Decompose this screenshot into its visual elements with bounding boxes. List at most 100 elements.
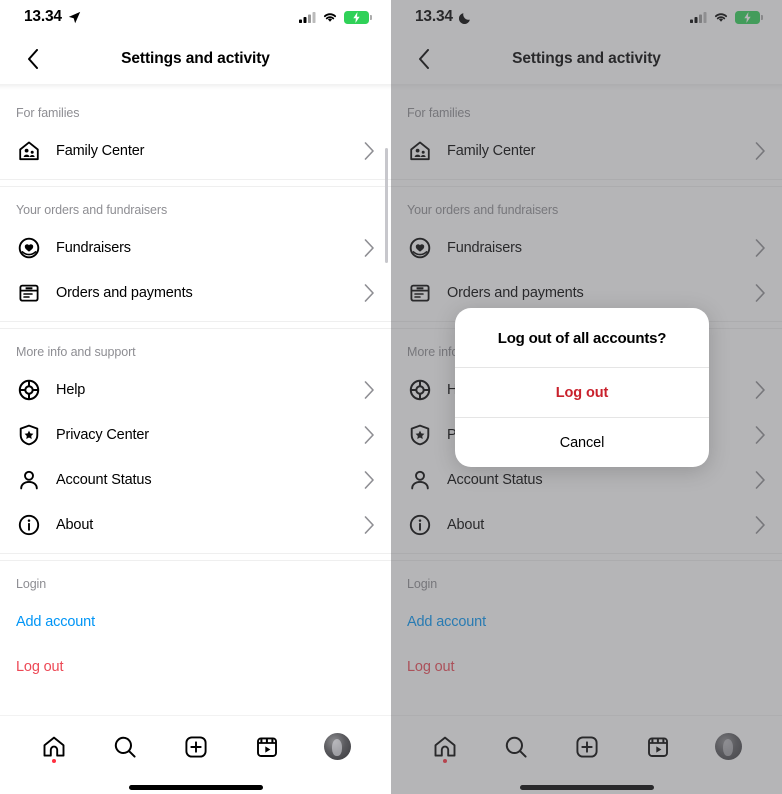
chevron-right-icon bbox=[755, 425, 765, 444]
shield-star-icon bbox=[407, 422, 433, 448]
chevron-right-icon bbox=[364, 238, 374, 257]
section-divider bbox=[0, 553, 391, 561]
tab-search[interactable] bbox=[103, 725, 147, 769]
list-item-label: Fundraisers bbox=[447, 239, 522, 256]
plus-square-icon bbox=[575, 735, 598, 758]
tab-home[interactable] bbox=[423, 725, 467, 769]
chevron-right-icon bbox=[755, 380, 765, 399]
profile-avatar-icon bbox=[715, 733, 742, 760]
info-circle-icon bbox=[407, 512, 433, 538]
list-item-label: Account Status bbox=[56, 471, 152, 488]
chevron-right-icon bbox=[364, 515, 374, 534]
profile-avatar-icon bbox=[324, 733, 351, 760]
log-out-button[interactable]: Log out bbox=[391, 644, 782, 689]
nav-bar-left: Settings and activity bbox=[0, 34, 391, 84]
log-out-button[interactable]: Log out bbox=[0, 644, 391, 689]
back-button[interactable] bbox=[407, 42, 441, 76]
list-item-label: Family Center bbox=[447, 142, 536, 159]
logout-confirmation-dialog: Log out of all accounts? Log out Cancel bbox=[455, 308, 709, 467]
list-item-label: About bbox=[56, 516, 94, 533]
chevron-right-icon bbox=[364, 283, 374, 302]
orders-box-icon bbox=[407, 280, 433, 306]
tab-profile[interactable] bbox=[707, 725, 751, 769]
settings-list-left[interactable]: For families Family Center Your orders a… bbox=[0, 90, 391, 715]
dialog-confirm-logout-button[interactable]: Log out bbox=[455, 367, 709, 417]
tab-create[interactable] bbox=[565, 725, 609, 769]
status-time: 13.34 bbox=[415, 8, 453, 25]
tab-create[interactable] bbox=[174, 725, 218, 769]
phone-screen-left: 13.34 Settings and activity For families… bbox=[0, 0, 391, 794]
list-item-label: Account Status bbox=[447, 471, 543, 488]
nav-shadow bbox=[391, 84, 782, 90]
search-icon bbox=[505, 736, 527, 758]
section-header-login: Login bbox=[407, 577, 438, 591]
crescent-moon-icon bbox=[458, 12, 470, 24]
location-arrow-icon bbox=[68, 11, 80, 23]
reels-icon bbox=[256, 736, 277, 757]
wifi-icon bbox=[714, 13, 728, 22]
nav-bar-right: Settings and activity bbox=[391, 34, 782, 84]
status-bar-left-group: 13.34 bbox=[415, 8, 472, 26]
reels-icon bbox=[647, 736, 668, 757]
section-header-for-families: For families bbox=[407, 106, 471, 120]
chevron-right-icon bbox=[755, 238, 765, 257]
home-icon bbox=[43, 736, 64, 757]
back-button[interactable] bbox=[16, 42, 50, 76]
life-preserver-icon bbox=[16, 377, 42, 403]
list-item-account-status[interactable]: Account Status bbox=[0, 457, 391, 502]
scrollbar-thumb[interactable] bbox=[385, 148, 388, 263]
tab-reels[interactable] bbox=[245, 725, 289, 769]
list-item-privacy-center[interactable]: Privacy Center bbox=[0, 412, 391, 457]
list-item-about[interactable]: About bbox=[391, 502, 782, 547]
list-item-fundraisers[interactable]: Fundraisers bbox=[0, 225, 391, 270]
status-bar-right-group bbox=[690, 10, 763, 24]
status-bar-left-group: 13.34 bbox=[24, 8, 81, 26]
family-house-icon bbox=[407, 138, 433, 164]
list-item-label: Orders and payments bbox=[56, 284, 193, 301]
list-item-family-center[interactable]: Family Center bbox=[0, 128, 391, 173]
add-account-button[interactable]: Add account bbox=[0, 599, 391, 644]
home-indicator[interactable] bbox=[519, 785, 654, 790]
tab-search[interactable] bbox=[494, 725, 538, 769]
section-divider bbox=[0, 179, 391, 187]
list-item-orders-and-payments[interactable]: Orders and payments bbox=[0, 270, 391, 315]
list-item-family-center[interactable]: Family Center bbox=[391, 128, 782, 173]
list-item-fundraisers[interactable]: Fundraisers bbox=[391, 225, 782, 270]
list-item-help[interactable]: Help bbox=[0, 367, 391, 412]
section-header-orders-fundraisers: Your orders and fundraisers bbox=[407, 203, 559, 217]
person-icon bbox=[407, 467, 433, 493]
section-divider bbox=[391, 553, 782, 561]
phone-screen-right: 13.34 Settings and activity For families… bbox=[391, 0, 782, 794]
status-bar-right-group bbox=[299, 10, 372, 24]
heart-circle-icon bbox=[16, 235, 42, 261]
section-header-for-families: For families bbox=[16, 106, 80, 120]
orders-box-icon bbox=[16, 280, 42, 306]
status-bar-left: 13.34 bbox=[0, 0, 391, 34]
family-house-icon bbox=[16, 138, 42, 164]
tab-bar-right bbox=[391, 715, 782, 777]
chevron-left-icon bbox=[28, 49, 38, 69]
dialog-cancel-button[interactable]: Cancel bbox=[455, 417, 709, 467]
chevron-right-icon bbox=[364, 380, 374, 399]
add-account-button[interactable]: Add account bbox=[391, 599, 782, 644]
life-preserver-icon bbox=[407, 377, 433, 403]
list-item-about[interactable]: About bbox=[0, 502, 391, 547]
home-indicator-area-right bbox=[391, 777, 782, 794]
chevron-right-icon bbox=[755, 470, 765, 489]
battery-charging-icon bbox=[344, 10, 372, 24]
screenshot-stage: 13.34 Settings and activity For families… bbox=[0, 0, 782, 794]
dialog-title-area: Log out of all accounts? bbox=[455, 308, 709, 367]
home-indicator[interactable] bbox=[128, 785, 263, 790]
status-time: 13.34 bbox=[24, 8, 62, 25]
section-header-orders-fundraisers: Your orders and fundraisers bbox=[16, 203, 168, 217]
cellular-signal-icon bbox=[299, 11, 316, 23]
chevron-right-icon bbox=[755, 283, 765, 302]
tab-profile[interactable] bbox=[316, 725, 360, 769]
section-divider bbox=[391, 179, 782, 187]
tab-reels[interactable] bbox=[636, 725, 680, 769]
shield-star-icon bbox=[16, 422, 42, 448]
list-item-label: Fundraisers bbox=[56, 239, 131, 256]
tab-home[interactable] bbox=[32, 725, 76, 769]
chevron-right-icon bbox=[755, 515, 765, 534]
info-circle-icon bbox=[16, 512, 42, 538]
